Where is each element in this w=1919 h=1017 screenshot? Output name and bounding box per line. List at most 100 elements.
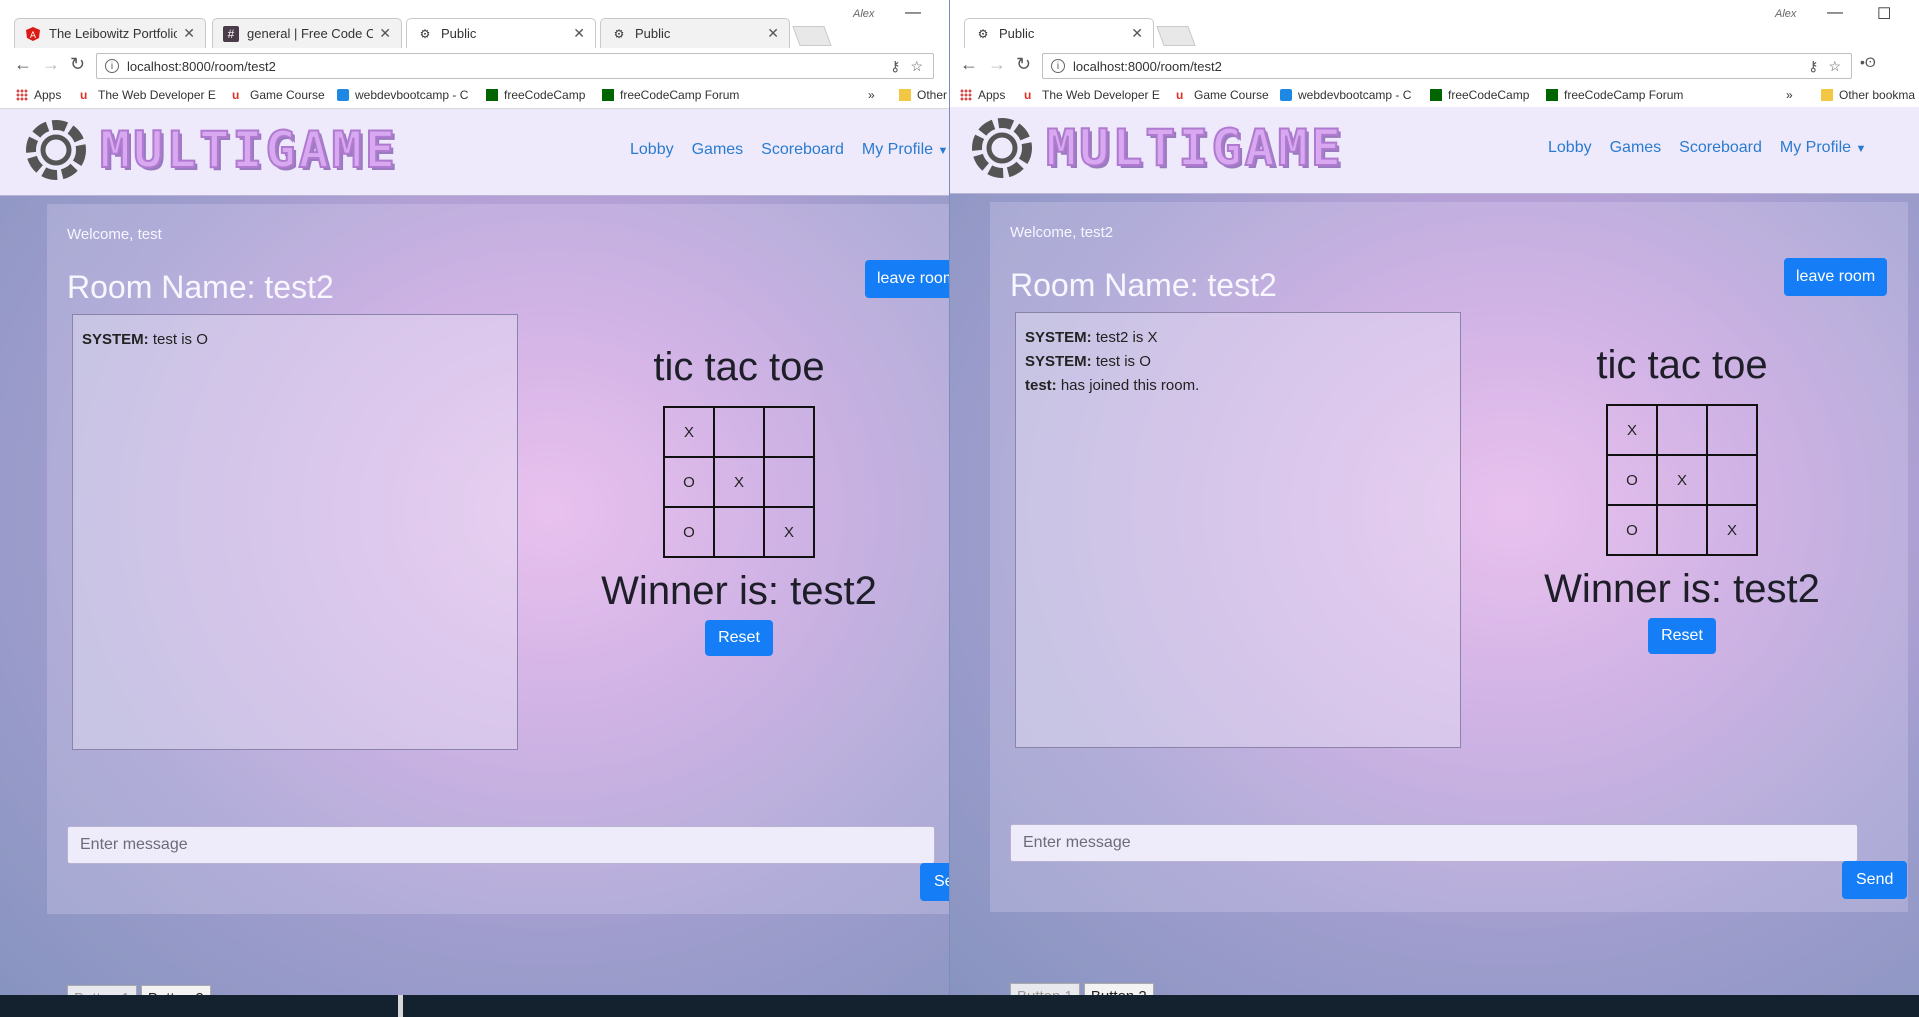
browser-window-right: ⚙ Public ✕ Alex — ☐ ← → ↻ i localhost:80…: [949, 0, 1919, 1000]
bookmark-freecodecamp-forum[interactable]: freeCodeCamp Forum: [1546, 88, 1683, 102]
bookmark-apps[interactable]: Apps: [16, 88, 61, 102]
tab-public[interactable]: ⚙ Public ✕: [600, 18, 790, 48]
leave-room-button[interactable]: leave room: [865, 260, 949, 298]
new-tab-button[interactable]: [1156, 26, 1196, 46]
tic-tac-toe-board: X O X O X: [663, 406, 815, 558]
tab-public-active[interactable]: ⚙ Public ✕: [406, 18, 596, 48]
board-cell[interactable]: O: [663, 506, 715, 558]
close-icon[interactable]: ✕: [379, 25, 391, 42]
key-icon[interactable]: ⚷: [890, 58, 900, 75]
bookmarks-overflow-icon[interactable]: »: [1786, 88, 1793, 102]
back-arrow-icon[interactable]: ←: [960, 54, 978, 75]
reset-button[interactable]: Reset: [1648, 618, 1716, 654]
page-content: MULTIGAME Lobby Games Scoreboard My Prof…: [950, 107, 1919, 1000]
back-arrow-icon[interactable]: ←: [14, 54, 32, 75]
bookmark-freecodecamp[interactable]: freeCodeCamp: [486, 88, 585, 102]
board-cell[interactable]: X: [713, 456, 765, 508]
tab-leibowitz[interactable]: A The Leibowitz Portfolio ✕: [14, 18, 206, 48]
tab-public-active[interactable]: ⚙ Public ✕: [964, 18, 1154, 48]
bookmark-game-course[interactable]: u Game Course: [1176, 88, 1269, 102]
bookmark-freecodecamp-forum[interactable]: freeCodeCamp Forum: [602, 88, 739, 102]
taskbar: [0, 995, 1919, 1017]
address-bar[interactable]: i localhost:8000/room/test2 ⚷ ☆: [96, 53, 934, 79]
close-icon[interactable]: ✕: [1131, 25, 1143, 42]
board-cell[interactable]: [763, 456, 815, 508]
info-icon[interactable]: i: [1051, 59, 1065, 73]
nav-games[interactable]: Games: [1610, 139, 1662, 157]
send-button[interactable]: Se: [920, 863, 949, 901]
info-icon[interactable]: i: [105, 59, 119, 73]
udemy-icon: u: [232, 88, 240, 102]
minimize-icon[interactable]: —: [905, 4, 921, 22]
message-input[interactable]: Enter message: [67, 826, 935, 864]
site-logo[interactable]: MULTIGAME: [968, 113, 1344, 183]
new-tab-button[interactable]: [792, 26, 832, 46]
board-cell[interactable]: X: [663, 406, 715, 458]
nav-scoreboard[interactable]: Scoreboard: [1679, 139, 1762, 157]
bookmark-webdevbootcamp[interactable]: webdevbootcamp - C: [337, 88, 468, 102]
message-input[interactable]: Enter message: [1010, 824, 1858, 862]
bookmark-web-developer[interactable]: u The Web Developer E: [1024, 88, 1160, 102]
send-button[interactable]: Send: [1842, 861, 1908, 899]
profile-user-label[interactable]: Alex: [1775, 8, 1796, 20]
gear-logo-icon: [972, 118, 1032, 178]
key-icon[interactable]: ⚷: [1808, 58, 1818, 75]
board-cell[interactable]: O: [663, 456, 715, 508]
board-cell[interactable]: [1706, 404, 1758, 456]
close-icon[interactable]: ✕: [767, 25, 779, 42]
forward-arrow-icon[interactable]: →: [42, 54, 60, 75]
svg-text:A: A: [30, 31, 37, 41]
close-icon[interactable]: ✕: [573, 25, 585, 42]
board-cell[interactable]: [713, 406, 765, 458]
board-cell[interactable]: [763, 406, 815, 458]
nav-lobby[interactable]: Lobby: [1548, 139, 1592, 157]
fcc-icon: [602, 89, 614, 101]
room-card: Welcome, test Room Name: test2 leave roo…: [47, 204, 949, 914]
board-cell[interactable]: O: [1606, 504, 1658, 556]
bookmarks-overflow-icon[interactable]: »: [868, 88, 875, 102]
bookmark-freecodecamp[interactable]: freeCodeCamp: [1430, 88, 1529, 102]
nav-scoreboard[interactable]: Scoreboard: [761, 141, 844, 159]
board-cell[interactable]: X: [763, 506, 815, 558]
close-icon[interactable]: ✕: [183, 25, 195, 42]
cloud-icon: [1280, 89, 1292, 101]
taskbar-indicator: [398, 995, 403, 1017]
site-logo[interactable]: MULTIGAME: [22, 115, 398, 185]
tab-freecodecamp-chat[interactable]: # general | Free Code Cam ✕: [212, 18, 402, 48]
board-cell[interactable]: X: [1656, 454, 1708, 506]
reload-icon[interactable]: ↻: [70, 54, 85, 75]
nav-my-profile[interactable]: My Profile ▼: [1780, 139, 1866, 157]
chat-message: test: has joined this room.: [1025, 377, 1200, 394]
profile-user-label[interactable]: Alex: [853, 8, 874, 20]
bookmark-web-developer[interactable]: u The Web Developer E: [80, 88, 216, 102]
reload-icon[interactable]: ↻: [1016, 54, 1031, 75]
maximize-icon[interactable]: ☐: [1877, 4, 1891, 24]
board-cell[interactable]: O: [1606, 454, 1658, 506]
nav-my-profile[interactable]: My Profile ▼: [862, 141, 948, 159]
star-icon[interactable]: ☆: [910, 58, 923, 75]
globe-icon: ⚙: [613, 26, 625, 41]
board-cell[interactable]: [1656, 404, 1708, 456]
board-cell[interactable]: [1656, 504, 1708, 556]
address-bar[interactable]: i localhost:8000/room/test2 ⚷ ☆: [1042, 53, 1852, 79]
nav-lobby[interactable]: Lobby: [630, 141, 674, 159]
udemy-icon: u: [1024, 88, 1032, 102]
board-cell[interactable]: [1706, 454, 1758, 506]
minimize-icon[interactable]: —: [1827, 4, 1843, 22]
leave-room-button[interactable]: leave room: [1784, 258, 1888, 296]
forward-arrow-icon[interactable]: →: [988, 54, 1006, 75]
board-cell[interactable]: X: [1706, 504, 1758, 556]
apps-icon: [16, 89, 28, 101]
bookmark-apps[interactable]: Apps: [960, 88, 1005, 102]
board-cell[interactable]: [713, 506, 765, 558]
bookmark-webdevbootcamp[interactable]: webdevbootcamp - C: [1280, 88, 1411, 102]
nav-games[interactable]: Games: [692, 141, 744, 159]
bookmark-other[interactable]: Other: [899, 88, 947, 102]
star-icon[interactable]: ☆: [1828, 58, 1841, 75]
extension-icon[interactable]: •ʘ: [1860, 54, 1876, 70]
apps-icon: [960, 89, 972, 101]
reset-button[interactable]: Reset: [705, 620, 773, 656]
bookmark-other[interactable]: Other bookma: [1821, 88, 1915, 102]
board-cell[interactable]: X: [1606, 404, 1658, 456]
bookmark-game-course[interactable]: u Game Course: [232, 88, 325, 102]
